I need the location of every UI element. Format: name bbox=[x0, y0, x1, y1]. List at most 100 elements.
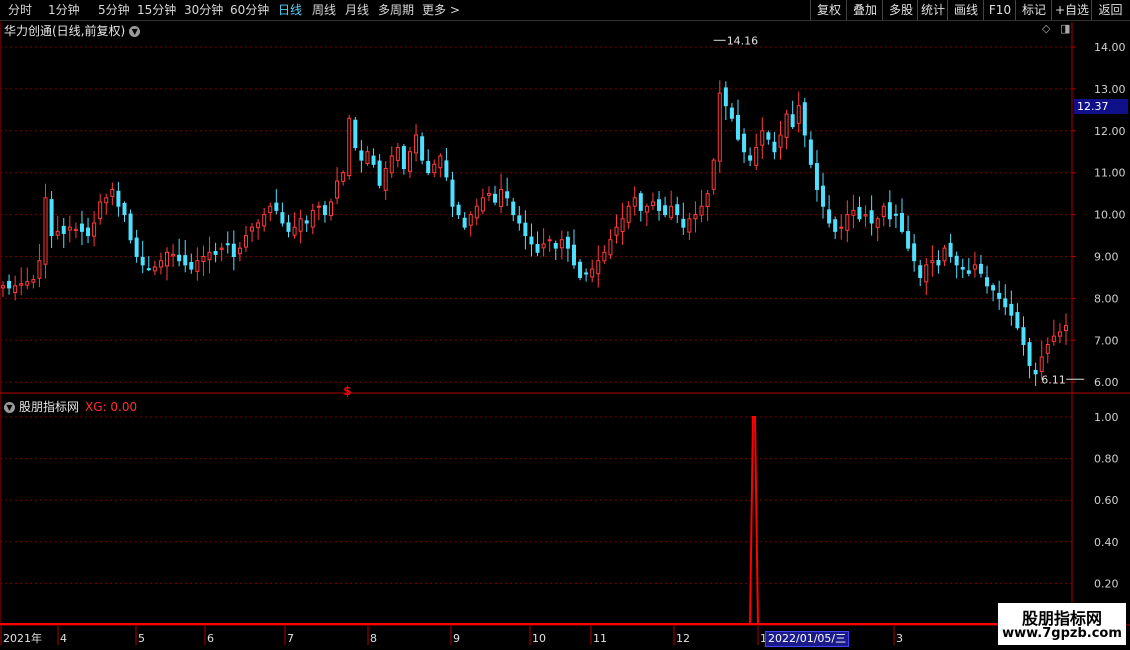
candle-body bbox=[207, 251, 212, 261]
candle-body bbox=[243, 235, 248, 248]
price-tick-label: 12.00 bbox=[1094, 125, 1126, 138]
x-tick-label: 11 bbox=[593, 632, 607, 645]
candle-body bbox=[1051, 335, 1056, 342]
candle-body bbox=[717, 92, 722, 162]
candle-body bbox=[505, 191, 510, 199]
chevron-down-icon[interactable]: ▼ bbox=[4, 402, 15, 413]
candle-body bbox=[171, 253, 176, 257]
candle-body bbox=[37, 260, 42, 279]
candle-body bbox=[19, 283, 24, 286]
candle-body bbox=[61, 225, 66, 234]
price-tick-label: 11.00 bbox=[1094, 167, 1126, 180]
high-label: 14.16 bbox=[727, 34, 759, 47]
candle-body bbox=[608, 239, 613, 256]
candle-body bbox=[638, 193, 643, 211]
candle-body bbox=[644, 205, 649, 213]
candle-body bbox=[359, 150, 364, 161]
candle-body bbox=[286, 222, 291, 232]
candle-body bbox=[602, 251, 607, 262]
candle-body bbox=[444, 160, 449, 178]
candle-body bbox=[377, 160, 382, 186]
candle-body bbox=[79, 223, 84, 232]
candle-body bbox=[529, 236, 534, 245]
price-tick-label: 10.00 bbox=[1094, 209, 1126, 222]
candle-body bbox=[341, 172, 346, 182]
candle-body bbox=[468, 214, 473, 226]
candle-body bbox=[31, 279, 36, 283]
candle-body bbox=[912, 243, 917, 262]
price-tick-label: 7.00 bbox=[1094, 334, 1119, 347]
watermark: 股朋指标网 www.7gpzb.com bbox=[998, 603, 1126, 645]
candle-body bbox=[541, 243, 546, 249]
candle-body bbox=[906, 231, 911, 249]
indicator-tick-label: 0.80 bbox=[1094, 453, 1119, 466]
candle-body bbox=[899, 213, 904, 232]
candle-body bbox=[924, 264, 929, 283]
candle-body bbox=[578, 261, 583, 278]
candle-body bbox=[280, 212, 285, 224]
candle-body bbox=[669, 205, 674, 219]
candle-body bbox=[663, 205, 668, 216]
candle-body bbox=[231, 243, 236, 257]
x-tick-label: 4 bbox=[60, 632, 67, 645]
x-tick-label: 5 bbox=[138, 632, 145, 645]
candle-body bbox=[25, 281, 30, 286]
candle-body bbox=[213, 251, 218, 255]
watermark-url: www.7gpzb.com bbox=[1002, 626, 1122, 641]
candle-body bbox=[942, 247, 947, 262]
candle-body bbox=[49, 199, 54, 237]
candle-body bbox=[584, 272, 589, 275]
candle-body bbox=[7, 280, 12, 289]
candle-body bbox=[699, 205, 704, 216]
candle-body bbox=[766, 132, 771, 140]
candle-body bbox=[1009, 303, 1014, 316]
candle-body bbox=[881, 205, 886, 217]
candle-body bbox=[480, 197, 485, 212]
candle-body bbox=[183, 255, 188, 266]
candle-body bbox=[918, 265, 923, 278]
candle-body bbox=[997, 292, 1002, 299]
candle-body bbox=[456, 204, 461, 216]
candle-body bbox=[426, 161, 431, 174]
candle-body bbox=[596, 260, 601, 275]
candle-body bbox=[268, 205, 273, 214]
candle-body bbox=[893, 213, 898, 216]
candle-body bbox=[274, 202, 279, 211]
candle-body bbox=[930, 260, 935, 264]
price-chart[interactable]: 14.00 13.00 12.00 11.00 10.00 9.00 8.00 7.00 6.0… bbox=[0, 0, 1130, 650]
candle-body bbox=[353, 119, 358, 149]
candle-body bbox=[86, 227, 91, 237]
candle-body bbox=[954, 255, 959, 266]
candle-body bbox=[146, 268, 151, 271]
candle-body bbox=[966, 270, 971, 274]
candle-body bbox=[821, 185, 826, 207]
candle-body bbox=[250, 226, 255, 232]
candle-body bbox=[523, 222, 528, 237]
candle-body bbox=[857, 207, 862, 220]
candle-body bbox=[316, 205, 321, 208]
candle-body bbox=[620, 218, 625, 233]
candle-body bbox=[681, 218, 686, 228]
candle-body bbox=[790, 114, 795, 128]
candle-body bbox=[256, 222, 261, 229]
candle-body bbox=[329, 201, 334, 217]
candle-body bbox=[985, 277, 990, 287]
candle-body bbox=[1021, 327, 1026, 345]
candle-body bbox=[1033, 369, 1038, 375]
candle-body bbox=[735, 114, 740, 140]
x-tick-label: 10 bbox=[532, 632, 546, 645]
candle-body bbox=[92, 222, 97, 237]
candle-body bbox=[571, 244, 576, 266]
indicator-tick-label: 0.20 bbox=[1094, 577, 1119, 590]
candle-body bbox=[650, 201, 655, 206]
candle-body bbox=[499, 188, 504, 207]
candle-body bbox=[511, 201, 516, 216]
candle-body bbox=[547, 239, 552, 242]
candle-body bbox=[991, 285, 996, 291]
indicator-tick-label: 0.60 bbox=[1094, 494, 1119, 507]
x-tick-label: 7 bbox=[287, 632, 294, 645]
candle-body bbox=[201, 256, 206, 263]
x-tick-label: 2021年 bbox=[3, 631, 42, 645]
candle-body bbox=[225, 243, 230, 246]
candle-body bbox=[347, 117, 352, 177]
